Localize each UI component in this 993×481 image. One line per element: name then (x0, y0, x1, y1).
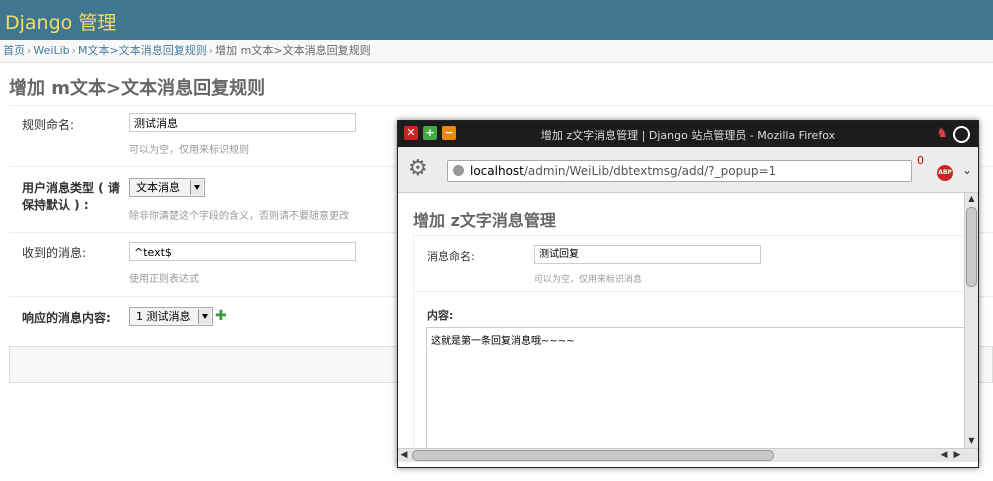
site-brand[interactable]: Django 管理 (5, 8, 116, 35)
window-title: 增加 z文字消息管理 | Django 站点管理员 - Mozilla Fire… (540, 129, 836, 142)
horizontal-scrollbar[interactable]: ◀ ◀ ▶ (398, 448, 978, 462)
breadcrumb-separator: › (71, 44, 77, 57)
content-textarea[interactable]: 这就是第一条回复消息哦~~~~ (426, 327, 964, 448)
rule-name-help: 可以为空，仅用来标识规则 (129, 145, 249, 156)
msg-type-help: 除非你清楚这个字段的含义，否则请不要随意更改 (129, 211, 349, 222)
received-input[interactable]: ^text$ (129, 242, 356, 261)
scroll-thumb[interactable] (412, 450, 774, 461)
adblock-icon[interactable]: ABP (937, 165, 953, 181)
circle-icon[interactable] (953, 126, 970, 143)
divider (414, 291, 964, 292)
firefox-logo-icon: ♞ (936, 126, 948, 141)
rule-name-input[interactable]: 测试消息 (129, 113, 356, 132)
url-bar[interactable]: localhost/admin/WeiLib/dbtextmsg/add/?_p… (447, 160, 912, 182)
add-icon[interactable]: ✚ (215, 309, 227, 323)
breadcrumb-home[interactable]: 首页 (0, 44, 25, 57)
msg-type-label-line2: 保持默认 ) : (22, 198, 89, 212)
globe-icon (453, 165, 464, 176)
scroll-thumb[interactable] (966, 207, 977, 287)
popup-page-title: 增加 z文字消息管理 (413, 211, 556, 230)
url-text[interactable]: localhost/admin/WeiLib/dbtextmsg/add/?_p… (470, 164, 776, 178)
name-help: 可以为空，仅用来标识消息 (534, 275, 643, 285)
popup-titlebar[interactable]: ✕ + − 增加 z文字消息管理 | Django 站点管理员 - Mozill… (398, 121, 978, 147)
name-input[interactable]: 测试回复 (534, 245, 761, 264)
gear-icon[interactable]: ⚙ (408, 158, 428, 180)
breadcrumb-current: 增加 m文本>文本消息回复规则 (215, 44, 371, 57)
chevron-down-icon[interactable]: ⌄ (962, 163, 972, 177)
popup-window: ✕ + − 增加 z文字消息管理 | Django 站点管理员 - Mozill… (397, 120, 979, 468)
response-selected: 1 测试消息 (136, 310, 191, 323)
url-path: /admin/WeiLib/dbtextmsg/add/?_popup=1 (523, 164, 777, 178)
chevron-down-icon[interactable] (190, 180, 203, 195)
response-label: 响应的消息内容: (22, 311, 111, 325)
popup-content: 增加 z文字消息管理 消息命名: 测试回复 可以为空，仅用来标识消息 内容: 这… (398, 193, 964, 448)
scroll-down-icon[interactable]: ▼ (965, 435, 978, 447)
msg-type-select[interactable]: 文本消息 (129, 178, 205, 197)
rule-name-label: 规则命名: (22, 118, 75, 132)
received-help: 使用正则表达式 (129, 274, 199, 285)
vertical-scrollbar[interactable]: ▲ ▼ (964, 193, 978, 448)
content-label: 内容: (427, 309, 454, 322)
chevron-down-icon[interactable] (198, 309, 211, 324)
msg-type-selected: 文本消息 (136, 181, 180, 194)
page-title: 增加 m文本>文本消息回复规则 (9, 78, 266, 99)
received-label: 收到的消息: (22, 246, 87, 260)
popup-form: 消息命名: 测试回复 可以为空，仅用来标识消息 内容: 这就是第一条回复消息哦~… (413, 235, 964, 448)
scroll-left-icon[interactable]: ◀ (938, 449, 950, 462)
download-count: 0 (917, 154, 924, 167)
name-label: 消息命名: (427, 250, 475, 263)
scroll-left-icon[interactable]: ◀ (398, 449, 410, 462)
scroll-right-icon[interactable]: ▶ (951, 449, 963, 462)
breadcrumb-app[interactable]: WeiLib (33, 44, 69, 57)
breadcrumb: 首页 › WeiLib › M文本>文本消息回复规则 › 增加 m文本>文本消息回复规则 (0, 40, 993, 63)
msg-type-label-line1: 用户消息类型 ( 请 (22, 181, 120, 195)
browser-navbar: ⚙ localhost/admin/WeiLib/dbtextmsg/add/?… (398, 147, 978, 193)
scroll-up-icon[interactable]: ▲ (965, 193, 978, 205)
url-host: localhost (470, 164, 524, 178)
response-select[interactable]: 1 测试消息 (129, 307, 213, 326)
admin-header: Django 管理 (0, 0, 993, 40)
breadcrumb-separator: › (208, 44, 214, 57)
breadcrumb-model[interactable]: M文本>文本消息回复规则 (78, 44, 207, 57)
